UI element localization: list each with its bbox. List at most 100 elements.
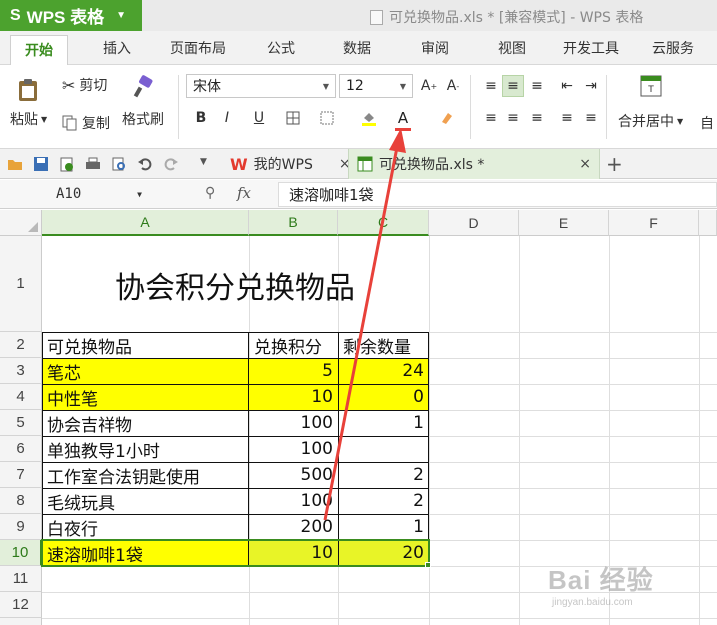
formula-input[interactable]: 速溶咖啡1袋 bbox=[278, 182, 717, 207]
row-header[interactable]: 7 bbox=[0, 462, 42, 488]
clear-format-icon[interactable] bbox=[435, 107, 457, 129]
fill-color-icon[interactable] bbox=[358, 107, 380, 129]
indent-decrease-icon[interactable]: ⇤ bbox=[556, 75, 578, 97]
align-bottom-icon[interactable]: ≡ bbox=[526, 75, 548, 97]
column-header-c[interactable]: C bbox=[338, 210, 429, 236]
bold-icon[interactable]: B bbox=[190, 107, 212, 129]
font-name-select[interactable]: 宋体 ▼ bbox=[186, 74, 336, 98]
column-header-e[interactable]: E bbox=[519, 210, 609, 236]
decrease-font-icon[interactable]: A- bbox=[442, 75, 464, 97]
tab-cloud[interactable]: 云服务 bbox=[652, 38, 694, 58]
cut-button[interactable]: ✂ 剪切 bbox=[62, 75, 107, 95]
customize-dropdown-icon[interactable]: ▼ bbox=[200, 157, 207, 167]
item-cell[interactable]: 工作室合法钥匙使用 bbox=[42, 462, 249, 488]
tab-developer[interactable]: 开发工具 bbox=[563, 38, 619, 58]
points-cell[interactable]: 100 bbox=[249, 488, 338, 514]
points-cell[interactable]: 10 bbox=[249, 384, 338, 410]
doc-tab-active[interactable]: 可兑换物品.xls * × bbox=[348, 149, 600, 179]
format-painter-button[interactable]: 格式刷 bbox=[122, 75, 164, 129]
row-header[interactable]: 5 bbox=[0, 410, 42, 436]
table-header-cell[interactable]: 兑换积分 bbox=[249, 332, 338, 358]
remaining-cell[interactable]: 1 bbox=[338, 514, 429, 540]
row-header[interactable]: 8 bbox=[0, 488, 42, 514]
align-center-icon[interactable]: ≡ bbox=[502, 107, 524, 129]
row-header[interactable]: 13 bbox=[0, 618, 42, 625]
undo-icon[interactable] bbox=[137, 156, 153, 172]
remaining-cell[interactable]: 2 bbox=[338, 462, 429, 488]
tab-review[interactable]: 审阅 bbox=[421, 38, 449, 58]
new-tab-icon[interactable]: + bbox=[606, 152, 623, 176]
align-top-icon[interactable]: ≡ bbox=[480, 75, 502, 97]
increase-font-icon[interactable]: A + bbox=[418, 75, 440, 97]
underline-icon[interactable]: U bbox=[248, 107, 270, 129]
remaining-cell[interactable]: 2 bbox=[338, 488, 429, 514]
points-cell[interactable]: 200 bbox=[249, 514, 338, 540]
print-preview-icon[interactable] bbox=[111, 156, 127, 172]
remaining-cell[interactable]: 1 bbox=[338, 410, 429, 436]
print-icon[interactable] bbox=[85, 156, 101, 172]
align-right-icon[interactable]: ≡ bbox=[526, 107, 548, 129]
indent-increase-icon[interactable]: ⇥ bbox=[580, 75, 602, 97]
export-icon[interactable] bbox=[59, 156, 75, 172]
app-menu-button[interactable]: S WPS 表格 ▼ bbox=[0, 0, 142, 31]
column-header-a[interactable]: A bbox=[42, 210, 249, 236]
tab-page-layout[interactable]: 页面布局 bbox=[170, 38, 226, 58]
row-header[interactable]: 1 bbox=[0, 236, 42, 332]
paste-button[interactable]: 粘贴 ▼ bbox=[10, 77, 47, 129]
tab-data[interactable]: 数据 bbox=[343, 38, 371, 58]
item-cell[interactable]: 毛绒玩具 bbox=[42, 488, 249, 514]
row-header[interactable]: 6 bbox=[0, 436, 42, 462]
item-cell[interactable]: 单独教导1小时 bbox=[42, 436, 249, 462]
row-header-selected[interactable]: 10 bbox=[0, 540, 42, 566]
remaining-cell[interactable] bbox=[338, 436, 429, 462]
row-header[interactable]: 9 bbox=[0, 514, 42, 540]
copy-button[interactable]: 复制 bbox=[62, 113, 110, 133]
row-header[interactable]: 12 bbox=[0, 592, 42, 618]
table-header-cell[interactable]: 可兑换物品 bbox=[42, 332, 249, 358]
points-cell[interactable]: 500 bbox=[249, 462, 338, 488]
fx-icon[interactable]: fx bbox=[237, 184, 251, 202]
tab-view[interactable]: 视图 bbox=[498, 38, 526, 58]
font-color-icon[interactable]: A bbox=[392, 107, 414, 131]
cell-style-icon[interactable] bbox=[316, 107, 338, 129]
points-cell[interactable]: 5 bbox=[249, 358, 338, 384]
select-all-corner[interactable] bbox=[0, 210, 42, 236]
item-cell[interactable]: 笔芯 bbox=[42, 358, 249, 384]
remaining-cell[interactable]: 24 bbox=[338, 358, 429, 384]
font-size-select[interactable]: 12 ▼ bbox=[339, 74, 413, 98]
align-left-icon[interactable]: ≡ bbox=[480, 107, 502, 129]
align-middle-icon[interactable]: ≡ bbox=[502, 75, 524, 97]
row-header[interactable]: 11 bbox=[0, 566, 42, 592]
justify-icon[interactable]: ≡ bbox=[556, 107, 578, 129]
open-folder-icon[interactable] bbox=[7, 156, 23, 172]
points-cell[interactable]: 100 bbox=[249, 410, 338, 436]
merge-center-button[interactable]: T 合并居中 ▼ bbox=[618, 75, 683, 131]
tab-home[interactable]: 开始 bbox=[10, 35, 68, 66]
redo-icon[interactable] bbox=[163, 156, 179, 172]
close-icon[interactable]: × bbox=[579, 156, 591, 172]
distribute-icon[interactable]: ≡ bbox=[580, 107, 602, 129]
column-header-d[interactable]: D bbox=[429, 210, 519, 236]
fill-handle[interactable] bbox=[425, 562, 431, 568]
save-icon[interactable] bbox=[33, 156, 49, 172]
row-header[interactable]: 3 bbox=[0, 358, 42, 384]
name-box[interactable]: A10 ▼ bbox=[40, 183, 158, 205]
tab-formulas[interactable]: 公式 bbox=[267, 38, 295, 58]
remaining-cell[interactable]: 0 bbox=[338, 384, 429, 410]
tab-insert[interactable]: 插入 bbox=[103, 38, 131, 58]
doc-tab-mywps[interactable]: W 我的WPS × bbox=[222, 149, 359, 179]
column-header-f[interactable]: F bbox=[609, 210, 699, 236]
item-cell[interactable]: 协会吉祥物 bbox=[42, 410, 249, 436]
selection-range[interactable] bbox=[41, 539, 430, 567]
row-header[interactable]: 2 bbox=[0, 332, 42, 358]
italic-icon[interactable]: I bbox=[216, 107, 238, 129]
autofit-button[interactable]: 自 bbox=[700, 113, 714, 133]
table-header-cell[interactable]: 剩余数量 bbox=[338, 332, 429, 358]
borders-icon[interactable] bbox=[282, 107, 304, 129]
points-cell[interactable]: 100 bbox=[249, 436, 338, 462]
column-header-b[interactable]: B bbox=[249, 210, 338, 236]
sheet-title-cell[interactable]: 协会积分兑换物品 bbox=[42, 237, 428, 332]
zoom-search-icon[interactable]: ⚲ bbox=[205, 185, 215, 201]
row-header[interactable]: 4 bbox=[0, 384, 42, 410]
item-cell[interactable]: 白夜行 bbox=[42, 514, 249, 540]
